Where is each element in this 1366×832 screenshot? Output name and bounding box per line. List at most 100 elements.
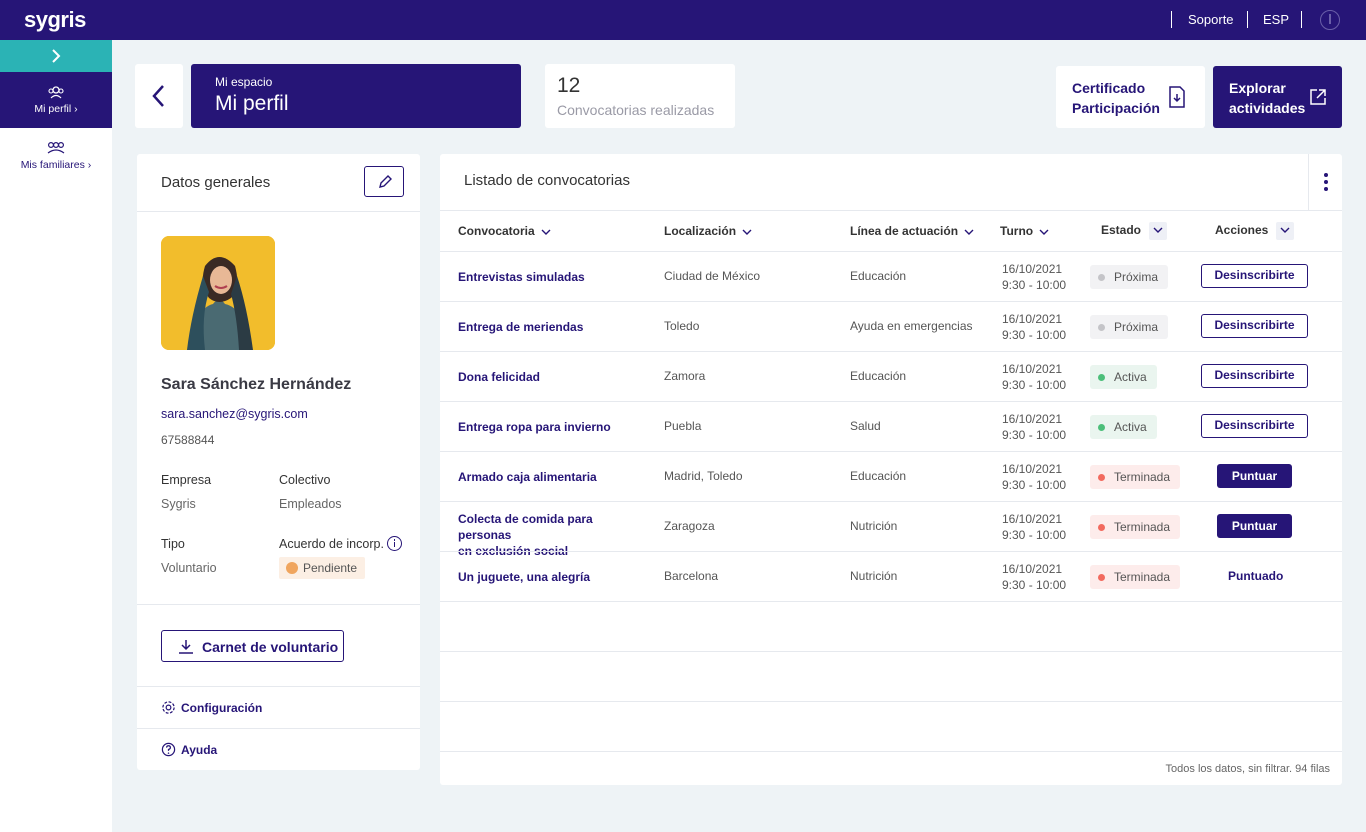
line-cell: Educación [850, 369, 907, 383]
field-value: Empleados [279, 497, 342, 511]
sidebar-item-label: Mis familiares [20, 159, 85, 171]
profile-photo [161, 236, 275, 350]
rate-button[interactable]: Puntuar [1217, 514, 1292, 538]
divider [137, 728, 420, 729]
status-badge: Terminada [1090, 565, 1181, 589]
column-header-convocatoria[interactable]: Convocatoria [458, 224, 551, 238]
convocatoria-link[interactable]: Dona felicidad [458, 369, 648, 385]
unsubscribe-button[interactable]: Desinscribirte [1201, 364, 1308, 388]
explore-button-label-2: actividades [1229, 100, 1306, 116]
sidebar-item-label: Mi perfil [34, 103, 72, 115]
field-label: Tipo [161, 537, 185, 551]
column-header-estado[interactable]: Estado [1101, 222, 1168, 240]
turn-cell: 16/10/2021 9:30 - 10:00 [1002, 412, 1067, 442]
page-title: Mi perfil [215, 92, 289, 115]
table-row[interactable]: Un juguete, una alegría Barcelona Nutric… [440, 551, 1342, 601]
back-button[interactable] [135, 64, 183, 128]
table-title: Listado de convocatorias [464, 172, 630, 189]
convocatoria-link[interactable]: Armado caja alimentaria [458, 469, 648, 485]
page-title-block: Mi espacio Mi perfil [191, 64, 521, 128]
chevron-down-icon [964, 229, 974, 235]
profile-phone: 67588844 [161, 433, 215, 447]
more-options-icon[interactable] [1308, 154, 1342, 210]
family-icon [47, 141, 65, 154]
language-selector[interactable]: ESP [1263, 12, 1289, 27]
turn-cell: 16/10/2021 9:30 - 10:00 [1002, 462, 1067, 492]
stat-label: Convocatorias realizadas [557, 102, 715, 118]
chevron-left-icon [152, 85, 164, 107]
profile-email[interactable]: sara.sanchez@sygris.com [161, 407, 308, 421]
profile-icon [48, 86, 64, 99]
column-header-acciones[interactable]: Acciones [1215, 222, 1295, 240]
certificate-button[interactable]: Certificado Participación [1056, 66, 1205, 128]
column-header-turno[interactable]: Turno [1000, 224, 1049, 238]
power-icon[interactable] [1320, 10, 1340, 30]
location-cell: Ciudad de México [664, 269, 761, 283]
column-header-linea[interactable]: Línea de actuación [850, 224, 974, 238]
stat-value: 12 [557, 74, 581, 97]
convocatoria-link[interactable]: Entrevistas simuladas [458, 269, 648, 285]
divider [1247, 11, 1248, 28]
help-link-label: Ayuda [181, 743, 218, 757]
rate-button[interactable]: Puntuar [1217, 464, 1292, 488]
carnet-download-button[interactable]: Carnet de voluntario [161, 630, 344, 662]
status-badge: Terminada [1090, 515, 1181, 539]
location-cell: Toledo [664, 319, 700, 333]
external-link-icon [1310, 89, 1326, 105]
field-label: Empresa [161, 473, 212, 487]
unsubscribe-button[interactable]: Desinscribirte [1201, 414, 1308, 438]
sidebar-item-mi-perfil[interactable]: Mi perfil › [0, 72, 112, 128]
table-row-empty [440, 601, 1342, 651]
convocatoria-link[interactable]: Un juguete, una alegría [458, 569, 648, 585]
table-row[interactable]: Colecta de comida para personas en exclus… [440, 501, 1342, 558]
turn-cell: 16/10/2021 9:30 - 10:00 [1002, 262, 1067, 292]
field-label: Colectivo [279, 473, 331, 487]
support-link[interactable]: Soporte [1188, 12, 1234, 27]
explore-button-label-1: Explorar [1229, 80, 1286, 96]
clock-icon [286, 562, 298, 574]
status-badge: Pendiente [279, 557, 366, 579]
profile-name: Sara Sánchez Hernández [161, 376, 352, 393]
info-icon[interactable] [387, 536, 402, 551]
profile-card: Datos generales Sara Sánchez Hernández s… [137, 154, 420, 770]
document-download-icon [1169, 86, 1185, 108]
column-header-localizacion[interactable]: Localización [664, 224, 752, 238]
table-row[interactable]: Entrega de meriendas Toledo Ayuda en eme… [440, 301, 1342, 351]
table-row[interactable]: Dona felicidad Zamora Educación 16/10/20… [440, 351, 1342, 401]
chevron-down-icon [1039, 229, 1049, 235]
table-row[interactable]: Armado caja alimentaria Madrid, Toledo E… [440, 451, 1342, 501]
avatar [161, 236, 275, 350]
table-row-empty [440, 651, 1342, 701]
turn-cell: 16/10/2021 9:30 - 10:00 [1002, 312, 1067, 342]
chevron-right-icon [52, 49, 61, 63]
convocatorias-card: Listado de convocatorias Convocatoria Lo… [440, 154, 1342, 785]
line-cell: Educación [850, 469, 907, 483]
turn-cell: 16/10/2021 9:30 - 10:00 [1002, 362, 1067, 392]
line-cell: Ayuda en emergencias [850, 319, 973, 333]
explore-activities-button[interactable]: Explorar actividades [1213, 66, 1342, 128]
edit-button[interactable] [364, 166, 404, 197]
certificate-button-label-1: Certificado [1072, 80, 1146, 96]
convocatoria-link[interactable]: Entrega de meriendas [458, 319, 648, 335]
status-badge-label: Pendiente [303, 561, 358, 575]
divider [1301, 11, 1302, 28]
table-row[interactable]: Entrevistas simuladas Ciudad de México E… [440, 251, 1342, 301]
line-cell: Salud [850, 419, 881, 433]
table-row[interactable]: Entrega ropa para invierno Puebla Salud … [440, 401, 1342, 451]
line-cell: Educación [850, 269, 907, 283]
gear-icon [162, 701, 175, 714]
divider [440, 210, 1342, 211]
sidebar-toggle-button[interactable] [0, 40, 112, 72]
convocatoria-link[interactable]: Entrega ropa para invierno [458, 419, 648, 435]
status-badge: Próxima [1090, 265, 1169, 289]
breadcrumb[interactable]: Mi espacio [215, 75, 272, 89]
app-logo[interactable]: sygris [24, 7, 86, 33]
divider [137, 211, 420, 212]
table-row-empty [440, 701, 1342, 751]
location-cell: Puebla [664, 419, 702, 433]
unsubscribe-button[interactable]: Desinscribirte [1201, 314, 1308, 338]
field-value: Voluntario [161, 561, 217, 575]
chevron-down-icon [541, 229, 551, 235]
sidebar-item-mis-familiares[interactable]: Mis familiares › [0, 128, 112, 184]
unsubscribe-button[interactable]: Desinscribirte [1201, 264, 1308, 288]
